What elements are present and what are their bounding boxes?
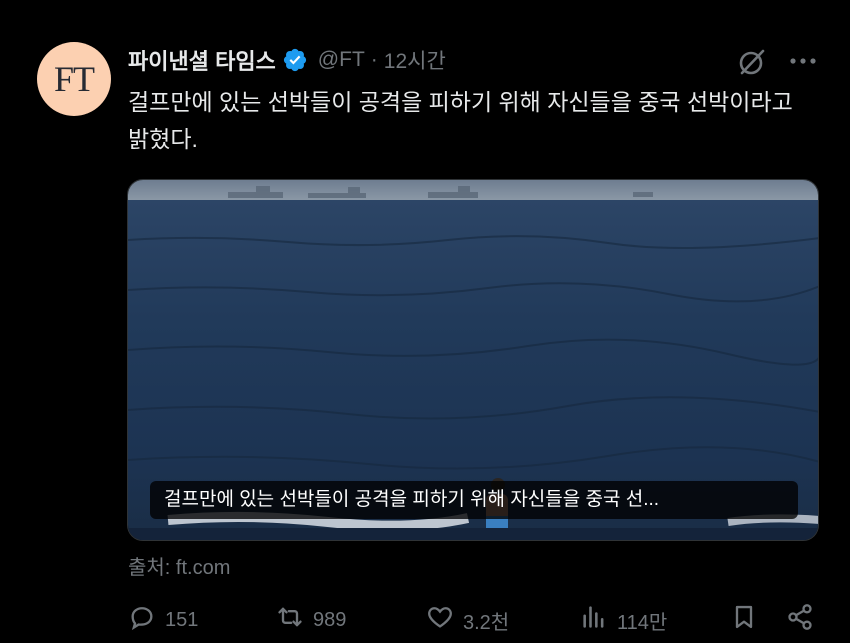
link-source[interactable]: 출처: ft.com — [128, 551, 230, 580]
repost-icon — [276, 603, 304, 637]
share-icon — [786, 603, 814, 637]
tweet-text: 걸프만에 있는 선박들이 공격을 피하기 위해 자신들을 중국 선박이라고 밝혔… — [128, 89, 793, 152]
like-icon — [426, 603, 454, 637]
bookmark-button[interactable] — [730, 600, 758, 640]
verified-badge-icon — [282, 47, 308, 73]
reply-count: 151 — [165, 608, 199, 631]
media-caption: 걸프만에 있는 선박들이 공격을 피하기 위해 자신들을 중국 선... — [150, 481, 798, 519]
share-button[interactable] — [786, 600, 814, 640]
reply-button[interactable]: 151 — [128, 600, 198, 640]
avatar[interactable]: FT — [37, 42, 111, 116]
repost-button[interactable]: 989 — [276, 600, 346, 640]
handle[interactable]: @FT — [318, 48, 365, 72]
action-bar: 151 989 3.2천 114만 — [128, 600, 820, 640]
grok-icon[interactable] — [736, 46, 768, 78]
separator-dot: · — [370, 48, 378, 71]
avatar-text: FT — [53, 59, 95, 99]
display-name[interactable]: 파이낸셜 타임스 — [128, 44, 276, 76]
like-button[interactable]: 3.2천 — [426, 600, 509, 640]
media-video[interactable]: 걸프만에 있는 선박들이 공격을 피하기 위해 자신들을 중국 선... — [127, 179, 819, 541]
views-icon — [580, 603, 608, 637]
like-count: 3.2천 — [463, 611, 510, 634]
views-count: 114만 — [617, 611, 668, 634]
repost-count: 989 — [313, 608, 347, 631]
reply-icon — [128, 603, 156, 637]
tweet[interactable]: FT 파이낸셜 타임스 @FT · 12시간 걸프만에 있는 선박들이 공격을 … — [0, 0, 850, 643]
views-button[interactable]: 114만 — [580, 600, 667, 640]
bookmark-icon — [730, 603, 758, 637]
timestamp[interactable]: 12시간 — [384, 45, 446, 75]
tweet-header: 파이낸셜 타임스 @FT · 12시간 — [128, 44, 446, 76]
more-icon[interactable] — [788, 50, 818, 72]
